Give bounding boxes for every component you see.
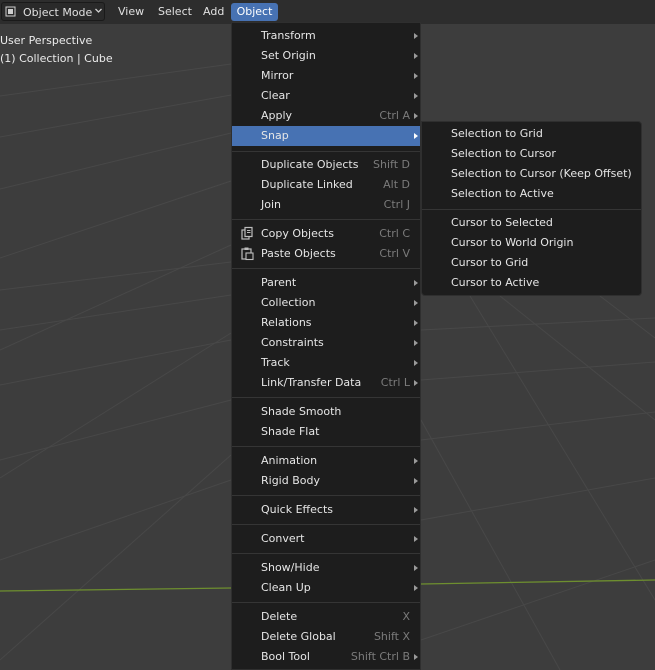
shortcut-label: Ctrl L — [380, 376, 410, 389]
shortcut-label: Shift D — [373, 158, 410, 171]
menu-item-set-origin[interactable]: Set Origin — [232, 46, 420, 66]
shortcut-label: X — [402, 610, 410, 623]
menu-item-quick-effects[interactable]: Quick Effects — [232, 500, 420, 520]
menu-separator — [232, 495, 420, 496]
object-mode-icon — [5, 6, 16, 17]
menu-select[interactable]: Select — [158, 3, 192, 21]
menu-item-cursor-to-active[interactable]: Cursor to Active — [422, 273, 641, 293]
menu-item-selection-to-grid[interactable]: Selection to Grid — [422, 124, 641, 144]
menu-item-parent[interactable]: Parent — [232, 273, 420, 293]
paste-icon — [241, 247, 254, 261]
shortcut-label: Shift X — [373, 630, 410, 643]
submenu-arrow-icon — [414, 458, 418, 464]
submenu-arrow-icon — [414, 280, 418, 286]
submenu-arrow-icon — [414, 536, 418, 542]
menu-item-constraints[interactable]: Constraints — [232, 333, 420, 353]
submenu-arrow-icon — [414, 585, 418, 591]
submenu-arrow-icon — [414, 33, 418, 39]
submenu-arrow-icon — [414, 53, 418, 59]
menu-separator — [232, 553, 420, 554]
menu-separator — [232, 524, 420, 525]
menu-item-cursor-to-grid[interactable]: Cursor to Grid — [422, 253, 641, 273]
menu-item-shade-flat[interactable]: Shade Flat — [232, 422, 420, 442]
menu-item-shade-smooth[interactable]: Shade Smooth — [232, 402, 420, 422]
submenu-arrow-icon — [414, 73, 418, 79]
submenu-arrow-icon — [414, 360, 418, 366]
object-menu: Transform Set Origin Mirror Clear Apply … — [231, 22, 421, 670]
menu-item-track[interactable]: Track — [232, 353, 420, 373]
menu-item-selection-to-active[interactable]: Selection to Active — [422, 184, 641, 204]
menu-item-copy-objects[interactable]: Copy Objects Ctrl C — [232, 224, 420, 244]
submenu-arrow-icon — [414, 565, 418, 571]
menu-item-snap[interactable]: Snap — [232, 126, 420, 146]
menu-view[interactable]: View — [118, 3, 144, 21]
menu-item-convert[interactable]: Convert — [232, 529, 420, 549]
object-mode-dropdown[interactable]: Object Mode — [1, 2, 105, 21]
menu-item-duplicate-objects[interactable]: Duplicate Objects Shift D — [232, 155, 420, 175]
menu-separator — [232, 268, 420, 269]
menu-item-selection-to-cursor[interactable]: Selection to Cursor — [422, 144, 641, 164]
menu-add[interactable]: Add — [203, 3, 225, 21]
submenu-arrow-icon — [414, 380, 418, 386]
collection-label: (1) Collection | Cube — [0, 52, 113, 65]
shortcut-label: Ctrl V — [379, 247, 410, 260]
submenu-arrow-icon — [414, 300, 418, 306]
menu-item-cursor-to-world-origin[interactable]: Cursor to World Origin — [422, 233, 641, 253]
menu-item-collection[interactable]: Collection — [232, 293, 420, 313]
shortcut-label: Ctrl C — [379, 227, 410, 240]
copy-icon — [241, 226, 253, 240]
submenu-arrow-icon — [414, 478, 418, 484]
menu-item-transform[interactable]: Transform — [232, 26, 420, 46]
shortcut-label: Ctrl A — [379, 109, 410, 122]
submenu-arrow-icon — [414, 340, 418, 346]
viewport-header: Object Mode View Select Add Object — [0, 0, 655, 24]
submenu-arrow-icon — [414, 507, 418, 513]
menu-separator — [422, 209, 641, 210]
submenu-arrow-icon — [414, 320, 418, 326]
object-mode-label: Object Mode — [23, 6, 93, 19]
menu-item-delete[interactable]: Delete X — [232, 607, 420, 627]
menu-item-delete-global[interactable]: Delete Global Shift X — [232, 627, 420, 647]
shortcut-label: Shift Ctrl B — [350, 650, 410, 663]
menu-item-rigid-body[interactable]: Rigid Body — [232, 471, 420, 491]
shortcut-label: Alt D — [383, 178, 410, 191]
menu-separator — [232, 446, 420, 447]
menu-separator — [232, 151, 420, 152]
submenu-arrow-icon — [414, 93, 418, 99]
chevron-down-icon — [95, 8, 102, 13]
menu-item-selection-to-cursor-keep-offset[interactable]: Selection to Cursor (Keep Offset) — [422, 164, 641, 184]
menu-object[interactable]: Object — [231, 3, 278, 21]
menu-item-paste-objects[interactable]: Paste Objects Ctrl V — [232, 244, 420, 264]
menu-item-show-hide[interactable]: Show/Hide — [232, 558, 420, 578]
menu-item-duplicate-linked[interactable]: Duplicate Linked Alt D — [232, 175, 420, 195]
menu-separator — [232, 219, 420, 220]
menu-separator — [232, 602, 420, 603]
submenu-arrow-icon — [414, 133, 418, 139]
menu-item-relations[interactable]: Relations — [232, 313, 420, 333]
submenu-arrow-icon — [414, 113, 418, 119]
menu-item-cursor-to-selected[interactable]: Cursor to Selected — [422, 213, 641, 233]
menu-item-animation[interactable]: Animation — [232, 451, 420, 471]
menu-item-bool-tool[interactable]: Bool Tool Shift Ctrl B — [232, 647, 420, 667]
menu-item-link-transfer-data[interactable]: Link/Transfer Data Ctrl L — [232, 373, 420, 393]
submenu-arrow-icon — [414, 654, 418, 660]
menu-item-clean-up[interactable]: Clean Up — [232, 578, 420, 598]
menu-item-join[interactable]: Join Ctrl J — [232, 195, 420, 215]
menu-separator — [232, 397, 420, 398]
perspective-label: User Perspective — [0, 34, 93, 47]
menu-item-clear[interactable]: Clear — [232, 86, 420, 106]
shortcut-label: Ctrl J — [383, 198, 410, 211]
snap-submenu: Selection to Grid Selection to Cursor Se… — [421, 121, 642, 296]
menu-item-mirror[interactable]: Mirror — [232, 66, 420, 86]
menu-item-apply[interactable]: Apply Ctrl A — [232, 106, 420, 126]
